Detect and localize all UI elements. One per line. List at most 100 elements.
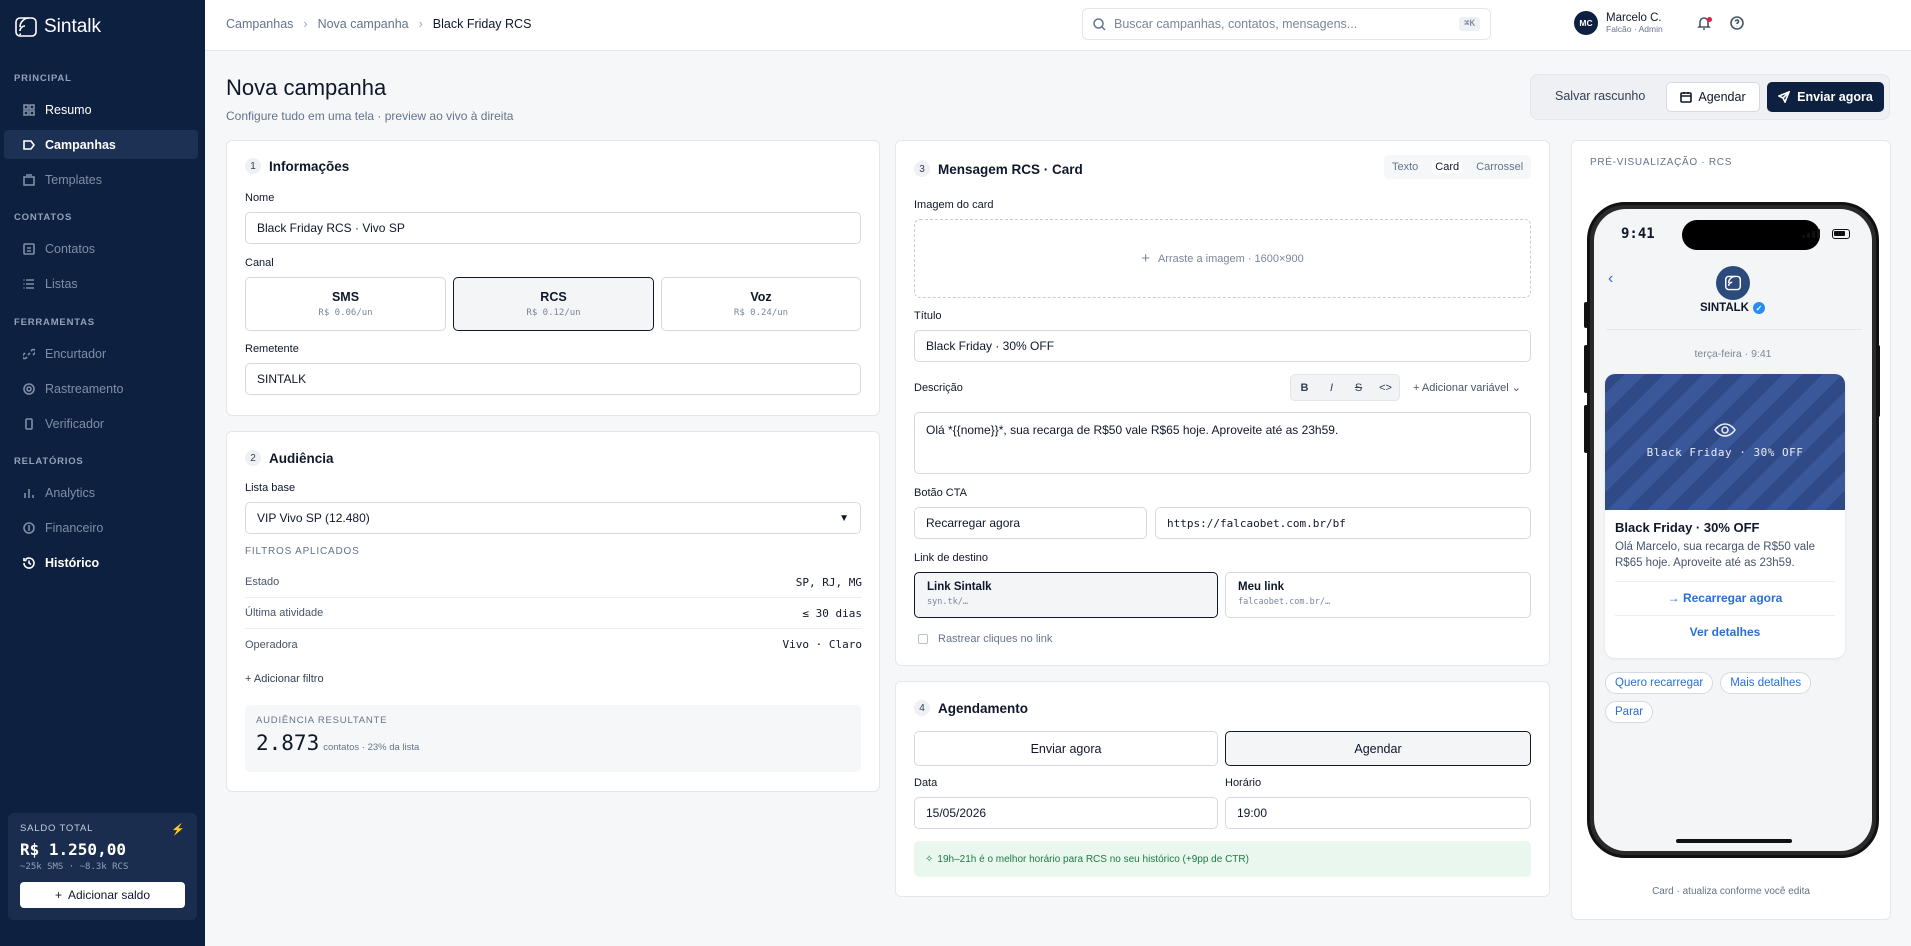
breadcrumb-item[interactable]: Campanhas xyxy=(226,17,293,31)
bold-button[interactable]: B xyxy=(1295,378,1315,398)
sidebar-item-label: Listas xyxy=(45,276,78,291)
sidebar-item-label: Rastreamento xyxy=(45,381,124,396)
italic-button[interactable]: I xyxy=(1322,378,1342,398)
title-input[interactable]: Black Friday · 30% OFF xyxy=(914,330,1531,362)
schedule-button[interactable]: Agendar xyxy=(1666,82,1760,112)
message-day: terça-feira · 9:41 xyxy=(1694,348,1772,360)
sidebar-item-encurtador[interactable]: Encurtador xyxy=(4,339,198,368)
audience-title: Audiência xyxy=(269,450,334,466)
rcs-card-description: Olá Marcelo, sua recarga de R$50 vale R$… xyxy=(1615,541,1816,569)
date-input[interactable]: 15/05/2026 xyxy=(914,797,1218,829)
add-variable-label: Adicionar variável xyxy=(1421,382,1509,394)
sidebar-item-templates[interactable]: Templates xyxy=(4,165,198,194)
nav-section-contatos: CONTATOS xyxy=(14,212,73,223)
step-number: 4 xyxy=(914,700,930,716)
audience-header: 2 Audiência xyxy=(245,450,334,466)
name-input[interactable]: Black Friday RCS · Vivo SP xyxy=(245,212,861,244)
add-filter-button[interactable]: + Adicionar filtro xyxy=(245,673,324,685)
code-button[interactable]: <> xyxy=(1376,378,1396,398)
tab-texto[interactable]: Texto xyxy=(1392,161,1418,173)
audience-result-value: 2.873 contatos · 23% da lista xyxy=(256,731,850,755)
channel-price: R$ 0.24/un xyxy=(733,308,789,318)
sidebar-item-listas[interactable]: Listas xyxy=(4,269,198,298)
sidebar: Sintalk PRINCIPAL Resumo Campanhas Templ… xyxy=(0,0,205,946)
sidebar-item-label: Encurtador xyxy=(45,346,107,361)
sidebar-item-historico[interactable]: Histórico xyxy=(4,548,198,577)
time-input[interactable]: 19:00 xyxy=(1225,797,1531,829)
search-input[interactable]: Buscar campanhas, contatos, mensagens...… xyxy=(1082,8,1491,40)
coin-icon xyxy=(22,521,35,534)
tab-card[interactable]: Card xyxy=(1432,161,1463,173)
link-meu-option[interactable]: Meu link falcaobet.com.br/… xyxy=(1225,572,1531,618)
sidebar-item-campanhas[interactable]: Campanhas xyxy=(4,130,198,159)
filter-name: Estado xyxy=(245,576,280,588)
audience-result: AUDIÊNCIA RESULTANTE 2.873 contatos · 23%… xyxy=(245,705,861,772)
list-select[interactable]: VIP Vivo SP (12.480) ▼ xyxy=(245,502,861,534)
link-option-url: falcaobet.com.br/… xyxy=(1238,597,1331,607)
rcs-card-image: Black Friday · 30% OFF xyxy=(1605,374,1845,510)
link-sintalk-option[interactable]: Link Sintalk syn.tk/… xyxy=(914,572,1218,618)
sidebar-item-contatos[interactable]: Contatos xyxy=(4,234,198,263)
rcs-card-preview: Black Friday · 30% OFF Black Friday · 30… xyxy=(1605,374,1845,658)
rcs-image-caption: Black Friday · 30% OFF xyxy=(1646,446,1804,459)
add-variable-button[interactable]: + Adicionar variável ⌄ xyxy=(1413,381,1521,394)
strike-button[interactable]: S xyxy=(1349,378,1369,398)
user-menu[interactable]: MC Marcelo C. Falcão · Admin xyxy=(1574,11,1663,35)
rcs-cta-button[interactable]: → Recarregar agora xyxy=(1605,591,1845,605)
notification-dot xyxy=(1707,17,1712,22)
sidebar-item-verificador[interactable]: Verificador xyxy=(4,409,198,438)
info-header: 1 Informações xyxy=(245,158,349,174)
send-now-option[interactable]: Enviar agora xyxy=(914,731,1218,766)
help-icon[interactable] xyxy=(1730,16,1746,32)
name-label: Nome xyxy=(245,192,275,204)
preview-footer: Card · atualiza conforme você edita xyxy=(1652,886,1810,897)
sidebar-item-rastreamento[interactable]: Rastreamento xyxy=(4,374,198,403)
suggestion-chip[interactable]: Mais detalhes xyxy=(1720,672,1812,694)
tab-carrossel[interactable]: Carrossel xyxy=(1476,161,1523,173)
filter-row[interactable]: Última atividade ≤ 30 dias xyxy=(245,598,862,629)
nav-section-principal: PRINCIPAL xyxy=(14,73,72,84)
add-balance-button[interactable]: + Adicionar saldo xyxy=(20,882,185,908)
bell-icon[interactable] xyxy=(1697,16,1713,32)
suggestion-chip[interactable]: Parar xyxy=(1605,701,1654,723)
checkbox-box[interactable] xyxy=(918,634,928,644)
app-logo[interactable]: Sintalk xyxy=(14,16,101,38)
nav-section-relatorios: RELATÓRIOS xyxy=(14,456,84,467)
back-chevron-icon[interactable]: ‹ xyxy=(1608,270,1613,288)
schedule-option[interactable]: Agendar xyxy=(1225,731,1531,766)
schedule-tip-text: 19h–21h é o melhor horário para RCS no s… xyxy=(937,853,1249,865)
suggestion-chip[interactable]: Quero recarregar xyxy=(1605,672,1714,694)
channel-sms-option[interactable]: SMS R$ 0.06/un xyxy=(245,277,446,331)
sender-input[interactable]: SINTALK xyxy=(245,363,861,395)
save-draft-button[interactable]: Salvar rascunho xyxy=(1555,89,1645,103)
balance-amount: R$ 1.250,00 xyxy=(20,840,126,859)
bolt-icon: ⚡ xyxy=(171,824,185,836)
filter-row[interactable]: Operadora Vivo · Claro xyxy=(245,629,862,660)
track-clicks-checkbox[interactable]: Rastrear cliques no link xyxy=(918,633,1052,645)
search-placeholder: Buscar campanhas, contatos, mensagens... xyxy=(1114,17,1358,31)
contacts-icon xyxy=(22,242,35,255)
sidebar-item-financeiro[interactable]: Financeiro xyxy=(4,513,198,542)
avatar: MC xyxy=(1574,11,1598,35)
bar-chart-icon xyxy=(22,486,35,499)
target-icon xyxy=(22,382,35,395)
sidebar-item-label: Histórico xyxy=(45,555,100,570)
description-textarea[interactable]: Olá *{{nome}}*, sua recarga de R$50 vale… xyxy=(914,412,1531,474)
filters-label: FILTROS APLICADOS xyxy=(245,546,360,557)
cta-url-input[interactable]: https://falcaobet.com.br/bf xyxy=(1155,507,1531,539)
channel-voz-option[interactable]: Voz R$ 0.24/un xyxy=(661,277,861,331)
sidebar-item-analytics[interactable]: Analytics xyxy=(4,478,198,507)
brand-name: SINTALK ✓ xyxy=(1700,302,1765,314)
divider xyxy=(1615,581,1835,582)
image-dropzone[interactable]: + Arraste a imagem · 1600×900 xyxy=(914,219,1531,298)
signal-icon xyxy=(1802,229,1820,238)
filter-name: Última atividade xyxy=(245,607,324,619)
send-now-button[interactable]: Enviar agora xyxy=(1767,82,1884,112)
breadcrumb-item[interactable]: Nova campanha xyxy=(318,17,409,31)
rcs-details-button[interactable]: Ver detalhes xyxy=(1605,625,1845,639)
filter-row[interactable]: Estado SP, RJ, MG xyxy=(245,567,862,598)
channel-rcs-option[interactable]: RCS R$ 0.12/un xyxy=(453,277,654,331)
cta-text-input[interactable]: Recarregar agora xyxy=(914,507,1147,539)
sidebar-item-resumo[interactable]: Resumo xyxy=(4,95,198,124)
divider xyxy=(1615,615,1835,616)
